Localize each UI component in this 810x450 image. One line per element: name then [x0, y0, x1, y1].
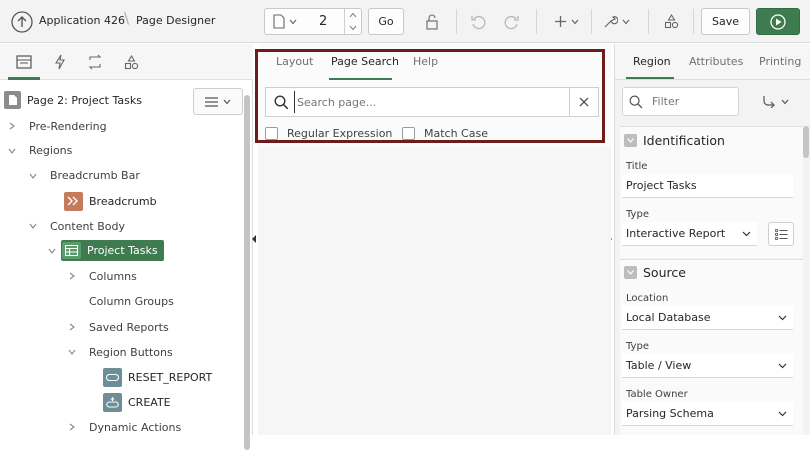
breadcrumb-icon: [64, 191, 83, 211]
top-toolbar: Application 426 \ Page Designer 2 Go Sav…: [0, 0, 810, 43]
go-button[interactable]: Go: [368, 8, 404, 35]
tree-regions[interactable]: Regions: [29, 139, 72, 161]
chevron-down-icon: [778, 315, 787, 321]
tree-breadcrumb-bar[interactable]: Breadcrumb Bar: [50, 164, 140, 186]
chevron-down-icon: [781, 99, 788, 104]
tree-region-buttons[interactable]: Region Buttons: [89, 341, 173, 363]
tab-attributes[interactable]: Attributes: [689, 55, 743, 68]
filter-input[interactable]: [650, 92, 735, 111]
tree-menu-button[interactable]: [193, 88, 243, 115]
chevron-down-icon: [48, 248, 56, 254]
source-type-select[interactable]: Table / View: [622, 354, 793, 378]
hamburger-icon: [205, 96, 218, 107]
utilities-menu-button[interactable]: [600, 8, 632, 35]
button-icon: [103, 367, 122, 387]
tree-page-node[interactable]: Page 2: Project Tasks: [4, 89, 142, 111]
location-label: Location: [626, 293, 669, 304]
redo-icon[interactable]: [500, 8, 522, 35]
chevron-right-icon: [9, 122, 15, 130]
identification-group-header[interactable]: Identification: [622, 127, 803, 153]
chevron-down-icon: [622, 19, 629, 24]
table-owner-label: Table Owner: [626, 389, 688, 400]
left-scrollbar[interactable]: [244, 95, 250, 450]
table-owner-select[interactable]: Parsing Schema: [622, 402, 793, 426]
center-pane: Layout Page Search Help Regular Expressi…: [255, 44, 611, 435]
chevron-down-icon: [571, 19, 578, 24]
page-up-icon[interactable]: [349, 12, 357, 18]
source-group-header[interactable]: Source: [622, 259, 803, 285]
page-down-icon[interactable]: [349, 25, 357, 31]
region-type-select[interactable]: Interactive Report: [622, 222, 757, 246]
page-number-input[interactable]: 2: [319, 14, 327, 29]
shared-components-icon[interactable]: [660, 8, 682, 35]
source-type-label: Type: [626, 341, 649, 352]
page-icon: [273, 14, 285, 29]
list-icon: [774, 228, 787, 240]
right-scrollbar[interactable]: [803, 126, 809, 158]
type-label: Type: [626, 209, 649, 220]
chevron-right-icon: [69, 272, 75, 280]
dynamic-actions-tab-icon[interactable]: [51, 53, 69, 71]
tree-saved-reports[interactable]: Saved Reports: [89, 316, 169, 338]
chevron-down-icon: [29, 173, 37, 179]
app-link[interactable]: Application 426: [39, 14, 125, 27]
chevron-down-icon: [223, 99, 231, 104]
goto-group-button[interactable]: [755, 89, 795, 114]
left-splitter-handle[interactable]: [252, 235, 257, 243]
tree-create[interactable]: CREATE: [103, 391, 171, 413]
tab-region[interactable]: Region: [633, 55, 671, 68]
chevron-down-icon: [778, 363, 787, 369]
rendering-tab-icon[interactable]: [15, 53, 33, 71]
page-title: Page Designer: [136, 14, 216, 27]
button-icon: [103, 392, 122, 412]
chevron-down-icon: [289, 19, 297, 25]
tree-pre-rendering[interactable]: Pre-Rendering: [29, 115, 107, 137]
shared-components-tab-icon[interactable]: [122, 53, 140, 71]
tab-printing[interactable]: Printing: [759, 55, 801, 68]
tree-content-body[interactable]: Content Body: [50, 215, 125, 237]
breadcrumb-separator: \: [124, 9, 130, 27]
plus-icon: [554, 16, 566, 27]
chevron-down-icon: [778, 411, 787, 417]
save-button[interactable]: Save: [701, 8, 750, 35]
chevron-right-icon: [69, 323, 75, 331]
chevron-right-icon: [69, 423, 75, 431]
create-menu-button[interactable]: [550, 8, 582, 35]
chevron-down-icon: [8, 148, 16, 154]
tree-columns[interactable]: Columns: [89, 265, 137, 287]
title-label: Title: [626, 161, 648, 172]
play-icon: [770, 13, 786, 30]
active-tab-indicator: [626, 77, 674, 79]
chevron-down-icon: [29, 223, 37, 229]
tree-reset-report[interactable]: RESET_REPORT: [103, 366, 212, 388]
property-editor: Region Attributes Printing Identificatio…: [614, 44, 810, 435]
page-selector[interactable]: 2: [264, 8, 362, 35]
undo-icon[interactable]: [467, 8, 489, 35]
search-icon: [629, 95, 643, 109]
page-icon: [4, 91, 21, 109]
chevron-down-icon: [742, 231, 751, 237]
list-options-button[interactable]: [768, 222, 794, 246]
collapse-icon: [624, 265, 637, 279]
tree-project-tasks[interactable]: Project Tasks: [61, 240, 164, 261]
lock-icon[interactable]: [421, 8, 443, 35]
collapse-icon: [624, 133, 637, 147]
tree-breadcrumb[interactable]: Breadcrumb: [64, 190, 157, 212]
left-pane-tabs: [0, 44, 253, 80]
location-select[interactable]: Local Database: [622, 306, 793, 330]
processing-tab-icon[interactable]: [86, 53, 104, 71]
chevron-down-icon: [68, 349, 76, 355]
run-page-button[interactable]: [756, 8, 800, 35]
wrench-icon: [604, 16, 618, 28]
highlight-frame: [255, 49, 605, 143]
left-pane: Page 2: Project Tasks Pre-Rendering Regi…: [0, 44, 253, 450]
app-home-icon[interactable]: [11, 11, 33, 33]
tree-column-groups[interactable]: Column Groups: [89, 290, 174, 312]
title-field[interactable]: Project Tasks: [622, 174, 793, 198]
interactive-report-icon: [62, 242, 81, 259]
redirect-arrow-icon: [762, 96, 775, 108]
filter-box[interactable]: [622, 87, 739, 116]
